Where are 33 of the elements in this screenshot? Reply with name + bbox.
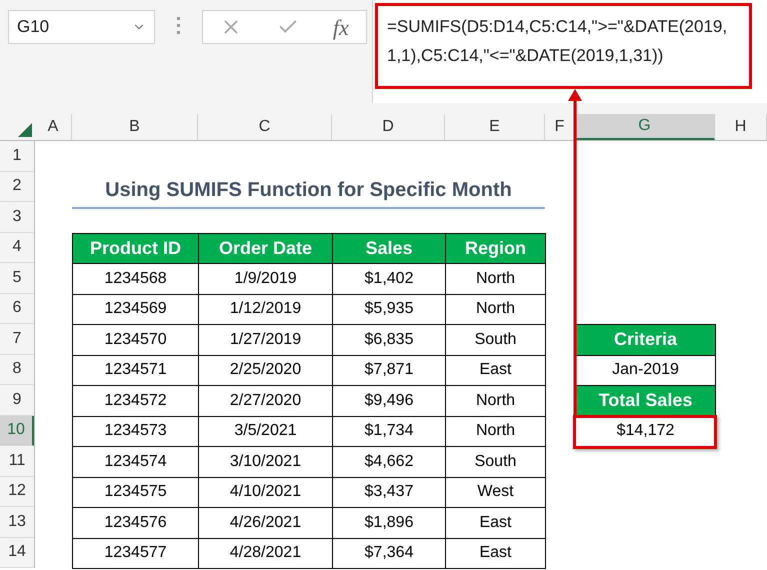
row-header[interactable]: 11 [0,446,34,476]
column-header[interactable]: B [72,114,198,140]
row-header[interactable]: 8 [0,354,34,385]
criteria-header-cell: Criteria [575,324,716,356]
row-header[interactable]: 1 [0,141,34,172]
column-header[interactable]: E [445,114,545,140]
insert-function-button[interactable]: fx [332,10,349,44]
table-cell: 1234577 [72,538,199,569]
row-header[interactable]: 2 [0,172,34,202]
column-header-cell: Order Date [198,232,333,264]
column-header-cell: Sales [332,232,446,264]
column-header[interactable]: A [35,114,72,140]
row-header[interactable]: 14 [0,538,34,568]
row-header[interactable]: 7 [0,324,34,354]
row-header[interactable]: 6 [0,294,34,324]
table-cell: East [445,538,546,569]
row-header[interactable]: 5 [0,263,34,294]
column-header[interactable]: C [198,114,332,140]
name-box[interactable]: G10 [8,10,155,44]
grip-icon [177,17,180,34]
column-header-cell: Product ID [72,232,199,264]
row-header[interactable]: 13 [0,507,34,538]
column-header[interactable]: D [332,114,445,140]
formula-bar[interactable]: =SUMIFS(D5:D14,C5:C14,">="&DATE(2019,1,1),C5:C14,"<="&DATE(2019,1,31)) [375,3,752,89]
column-header[interactable]: H [715,114,767,140]
row-header[interactable]: 4 [0,232,34,263]
sheet-title: Using SUMIFS Function for Specific Month [105,178,512,202]
row-header[interactable]: 10 [0,416,34,446]
total-sales-header-cell: Total Sales [575,385,716,416]
column-header-cell: Region [445,232,546,264]
row-header[interactable]: 3 [0,202,34,232]
column-header[interactable]: G [575,114,715,140]
row-header[interactable]: 12 [0,476,34,507]
